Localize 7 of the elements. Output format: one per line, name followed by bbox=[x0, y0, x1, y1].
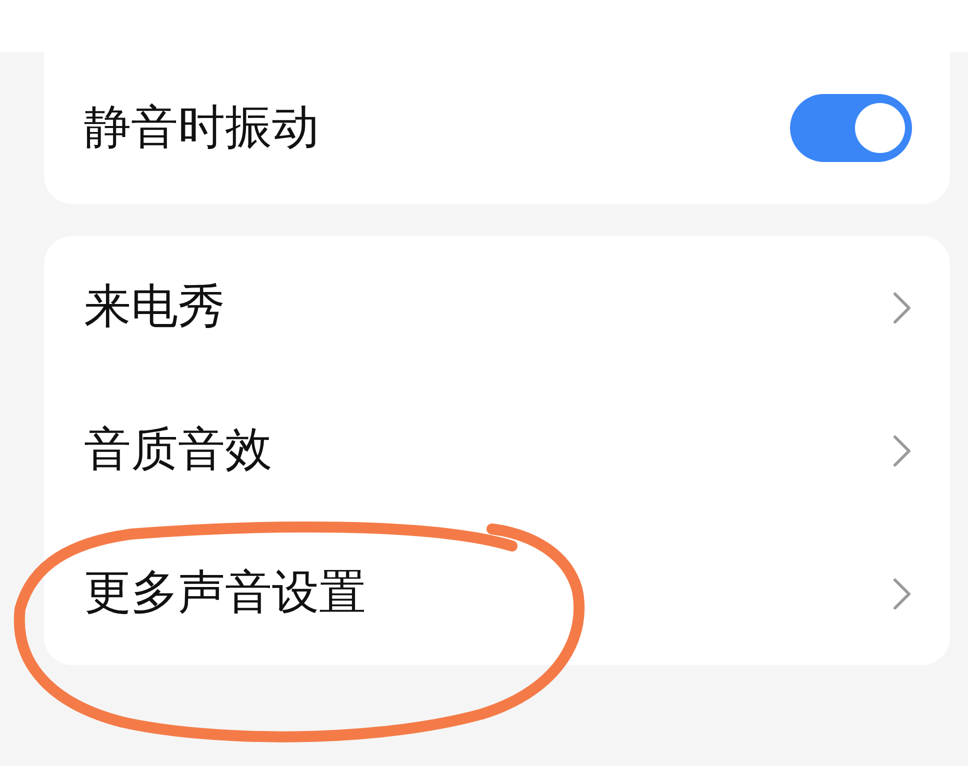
setting-label: 静音时振动 bbox=[84, 100, 319, 156]
chevron-right-icon bbox=[892, 576, 912, 610]
chevron-right-icon bbox=[892, 434, 912, 468]
setting-label: 更多声音设置 bbox=[84, 565, 366, 622]
setting-label: 音质音效 bbox=[84, 422, 272, 479]
setting-label: 来电秀 bbox=[84, 279, 225, 336]
chevron-right-icon bbox=[892, 290, 912, 324]
